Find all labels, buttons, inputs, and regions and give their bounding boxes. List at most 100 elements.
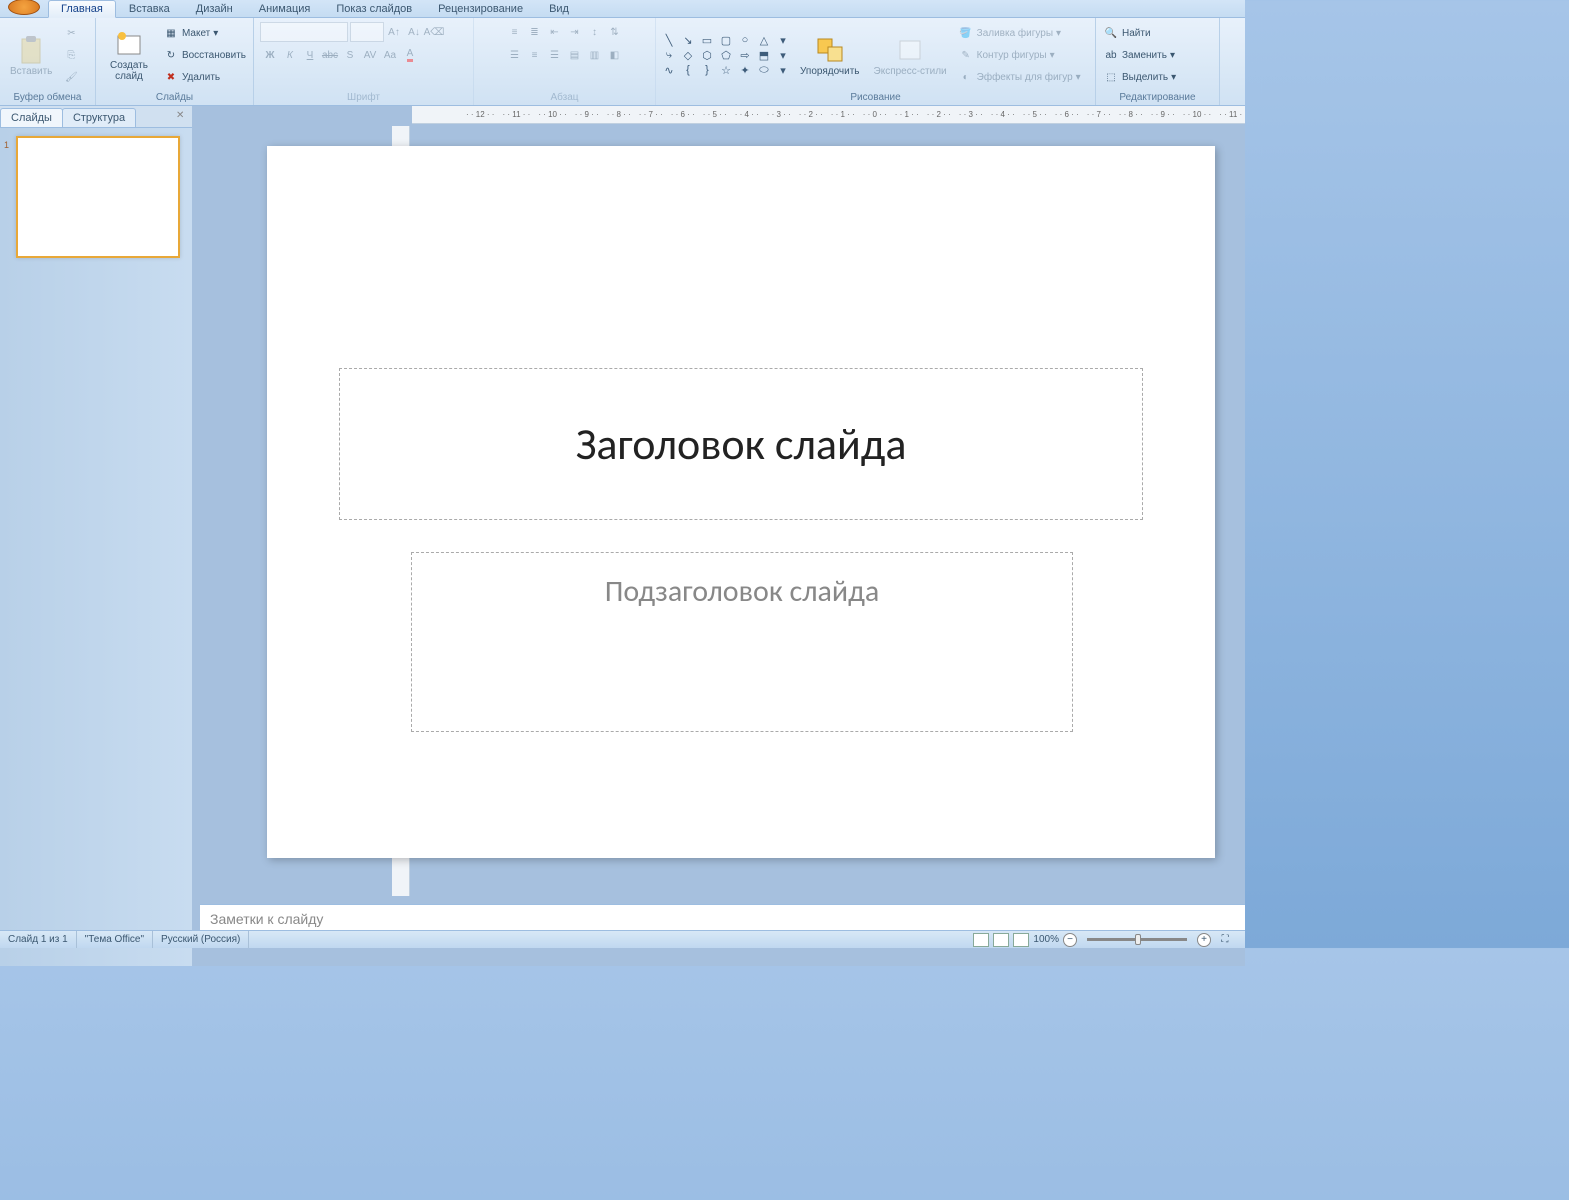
shape-more3-icon[interactable]: ▾	[774, 63, 792, 77]
tab-animation[interactable]: Анимация	[246, 0, 324, 17]
font-color-button[interactable]: A	[400, 45, 420, 65]
sorter-view-button[interactable]	[993, 933, 1009, 947]
format-painter-button[interactable]: 🖌	[60, 67, 82, 87]
line-spacing-button[interactable]: ↕	[585, 22, 605, 42]
justify-button[interactable]: ▤	[565, 45, 585, 65]
tab-view[interactable]: Вид	[536, 0, 582, 17]
layout-button[interactable]: ▦Макет ▾	[160, 23, 249, 43]
tab-design[interactable]: Дизайн	[183, 0, 246, 17]
panel-close-button[interactable]: ✕	[176, 110, 188, 122]
zoom-slider-thumb[interactable]	[1135, 934, 1141, 945]
shrink-font-button[interactable]: A↓	[404, 22, 424, 42]
align-right-button[interactable]: ☰	[545, 45, 565, 65]
case-button[interactable]: Aa	[380, 45, 400, 65]
select-button[interactable]: ⬚Выделить ▾	[1100, 67, 1179, 87]
tab-home[interactable]: Главная	[48, 0, 116, 18]
shape-star2-icon[interactable]: ✦	[736, 63, 754, 77]
shape-oval-icon[interactable]: ○	[736, 33, 754, 47]
delete-button[interactable]: ✖Удалить	[160, 67, 249, 87]
bold-button[interactable]: Ж	[260, 45, 280, 65]
shape-arrow2-icon[interactable]: ⇨	[736, 48, 754, 62]
shape-fill-button[interactable]: 🪣Заливка фигуры ▾	[955, 23, 1084, 43]
shape-curve-icon[interactable]: ∿	[660, 63, 678, 77]
shape-pentagon-icon[interactable]: ⬠	[717, 48, 735, 62]
shape-brace-icon[interactable]: {	[679, 63, 697, 77]
underline-button[interactable]: Ч	[300, 45, 320, 65]
zoom-out-button[interactable]: −	[1063, 933, 1077, 947]
shape-star-icon[interactable]: ☆	[717, 63, 735, 77]
select-icon: ⬚	[1103, 69, 1119, 85]
reset-button[interactable]: ↻Восстановить	[160, 45, 249, 65]
grow-font-button[interactable]: A↑	[384, 22, 404, 42]
font-size-combo[interactable]	[350, 22, 384, 42]
fit-view-button[interactable]: ⛶	[1215, 930, 1235, 950]
bullets-button[interactable]: ≡	[505, 22, 525, 42]
new-slide-button[interactable]: Создать слайд	[100, 22, 158, 88]
panel-tab-outline[interactable]: Структура	[62, 108, 136, 127]
zoom-value[interactable]: 100%	[1033, 934, 1059, 945]
slide-thumbnail-1[interactable]	[16, 136, 180, 258]
spacing-button[interactable]: AV	[360, 45, 380, 65]
brush-icon: 🖌	[63, 69, 79, 85]
notes-placeholder: Заметки к слайду	[210, 911, 323, 927]
shape-arrow-icon[interactable]: ↘	[679, 33, 697, 47]
status-slide-info: Слайд 1 из 1	[0, 931, 77, 948]
slides-panel: Слайды Структура ✕ 1	[0, 106, 192, 966]
paste-button[interactable]: Вставить	[4, 22, 58, 88]
numbering-button[interactable]: ≣	[525, 22, 545, 42]
slide-canvas[interactable]: Заголовок слайда Подзаголовок слайда	[267, 146, 1215, 858]
shape-callout-icon[interactable]: ⬒	[755, 48, 773, 62]
effects-icon: ◐	[958, 69, 974, 85]
zoom-slider[interactable]	[1087, 938, 1187, 941]
italic-button[interactable]: К	[280, 45, 300, 65]
text-direction-button[interactable]: ⇅	[605, 22, 625, 42]
slideshow-view-button[interactable]	[1013, 933, 1029, 947]
title-placeholder[interactable]: Заголовок слайда	[339, 368, 1143, 520]
replace-button[interactable]: abЗаменить ▾	[1100, 45, 1179, 65]
tab-slideshow[interactable]: Показ слайдов	[323, 0, 425, 17]
shape-roundrect-icon[interactable]: ▢	[717, 33, 735, 47]
office-button[interactable]	[8, 0, 40, 15]
subtitle-placeholder[interactable]: Подзаголовок слайда	[411, 552, 1073, 732]
align-center-button[interactable]: ≡	[525, 45, 545, 65]
find-icon: 🔍	[1103, 25, 1119, 41]
status-theme: "Тема Office"	[77, 931, 153, 948]
arrange-icon	[814, 34, 846, 66]
clear-format-button[interactable]: A⌫	[424, 22, 444, 42]
panel-tabs: Слайды Структура ✕	[0, 106, 192, 128]
columns-button[interactable]: ▥	[585, 45, 605, 65]
shapes-gallery[interactable]: ╲ ↘ ▭ ▢ ○ △ ▾ ⤷ ◇ ⬡ ⬠ ⇨ ⬒ ▾ ∿ { } ☆ ✦ ⬭	[660, 33, 792, 77]
tab-review[interactable]: Рецензирование	[425, 0, 536, 17]
shadow-button[interactable]: S	[340, 45, 360, 65]
find-button[interactable]: 🔍Найти	[1100, 23, 1179, 43]
shape-rect-icon[interactable]: ▭	[698, 33, 716, 47]
smartart-button[interactable]: ◧	[605, 45, 625, 65]
arrange-button[interactable]: Упорядочить	[794, 22, 866, 88]
shape-banner-icon[interactable]: ⬭	[755, 63, 773, 77]
shape-connector-icon[interactable]: ⤷	[660, 48, 678, 62]
copy-button[interactable]: ⎘	[60, 45, 82, 65]
shape-hex-icon[interactable]: ⬡	[698, 48, 716, 62]
shape-diamond-icon[interactable]: ◇	[679, 48, 697, 62]
zoom-in-button[interactable]: +	[1197, 933, 1211, 947]
status-language[interactable]: Русский (Россия)	[153, 931, 249, 948]
fill-icon: 🪣	[958, 25, 974, 41]
shape-triangle-icon[interactable]: △	[755, 33, 773, 47]
strike-button[interactable]: abc	[320, 45, 340, 65]
cut-button[interactable]: ✂	[60, 23, 82, 43]
shape-brace2-icon[interactable]: }	[698, 63, 716, 77]
panel-tab-slides[interactable]: Слайды	[0, 108, 63, 127]
shape-effects-button[interactable]: ◐Эффекты для фигур ▾	[955, 67, 1084, 87]
shape-line-icon[interactable]: ╲	[660, 33, 678, 47]
layout-icon: ▦	[163, 25, 179, 41]
tab-insert[interactable]: Вставка	[116, 0, 183, 17]
normal-view-button[interactable]	[973, 933, 989, 947]
shape-more1-icon[interactable]: ▾	[774, 33, 792, 47]
shape-more2-icon[interactable]: ▾	[774, 48, 792, 62]
shape-outline-button[interactable]: ✎Контур фигуры ▾	[955, 45, 1084, 65]
font-name-combo[interactable]	[260, 22, 348, 42]
outdent-button[interactable]: ⇤	[545, 22, 565, 42]
align-left-button[interactable]: ☰	[505, 45, 525, 65]
quick-styles-button[interactable]: Экспресс-стили	[868, 22, 953, 88]
indent-button[interactable]: ⇥	[565, 22, 585, 42]
